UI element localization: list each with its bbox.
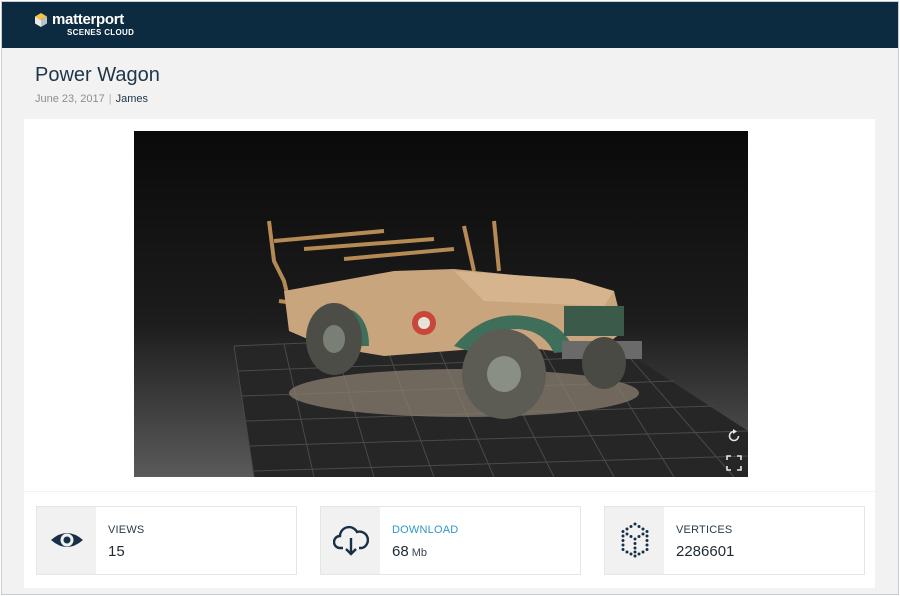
vertices-card: VERTICES 2286601	[604, 506, 865, 575]
scene-date: June 23, 2017	[35, 93, 105, 105]
vertices-icon-box	[605, 507, 664, 574]
logo-cube-icon	[35, 13, 47, 27]
power-wagon-model	[233, 220, 748, 477]
meta-separator: |	[108, 93, 112, 105]
door-emblem-center	[418, 317, 430, 329]
viewer-panel	[24, 119, 875, 491]
front-hub	[487, 356, 521, 392]
cloud-download-icon	[333, 525, 369, 556]
vertices-label: VERTICES	[676, 524, 733, 536]
fullscreen-icon[interactable]	[725, 454, 743, 472]
page-title: Power Wagon	[35, 64, 160, 86]
stats-panel: VIEWS 15 DOWNLOAD 68 Mb VERTICES 2286601	[24, 492, 875, 588]
views-label: VIEWS	[108, 524, 145, 536]
rear-hub	[323, 325, 345, 353]
eye-icon	[51, 533, 83, 547]
matterport-logo[interactable]: matterport SCENES CLOUD	[34, 11, 144, 41]
download-card[interactable]: DOWNLOAD 68 Mb	[320, 506, 581, 575]
views-icon-box	[37, 507, 96, 574]
download-unit: Mb	[411, 547, 427, 559]
views-value: 15	[108, 543, 125, 560]
top-navigation-bar: matterport SCENES CLOUD	[2, 2, 898, 48]
download-icon-box	[321, 507, 380, 574]
3d-model-viewer[interactable]	[134, 131, 748, 477]
page-frame: matterport SCENES CLOUD Power Wagon June…	[1, 1, 899, 595]
brand-name: matterport	[52, 11, 125, 28]
far-front-wheel	[582, 337, 626, 389]
author-link[interactable]: James	[116, 93, 148, 105]
download-size: 68 Mb	[392, 543, 427, 560]
vertices-value: 2286601	[676, 543, 735, 560]
download-value: 68	[392, 543, 409, 560]
views-card: VIEWS 15	[36, 506, 297, 575]
grille	[564, 306, 624, 336]
dotted-cube-icon	[621, 522, 649, 558]
brand-subtitle: SCENES CLOUD	[67, 28, 135, 37]
scene-meta: June 23, 2017 | James	[35, 93, 148, 105]
reset-view-icon[interactable]	[725, 427, 743, 445]
download-link[interactable]: DOWNLOAD	[392, 524, 458, 536]
